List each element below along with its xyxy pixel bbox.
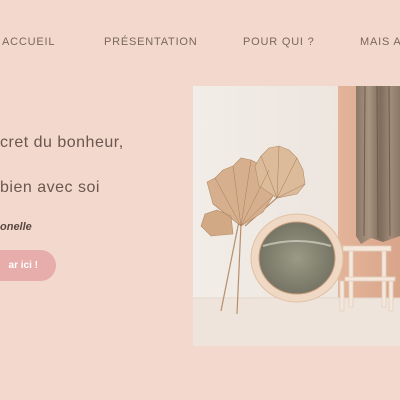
hero-signature: onelle	[0, 221, 32, 233]
cta-button-label: ar ici !	[8, 260, 38, 271]
hero-headline-line-1: cret du bonheur,	[0, 134, 124, 151]
hero-photo	[193, 86, 400, 346]
cta-button[interactable]: ar ici !	[0, 250, 56, 281]
nav-item-pour-qui[interactable]: POUR QUI ?	[243, 36, 315, 48]
nav-item-mais-au[interactable]: MAIS AU	[360, 36, 400, 48]
hero-headline-line-2: bien avec soi	[0, 179, 100, 196]
nav-item-accueil[interactable]: ACCUEIL	[2, 36, 55, 48]
nav-item-presentation[interactable]: PRÉSENTATION	[104, 36, 198, 48]
